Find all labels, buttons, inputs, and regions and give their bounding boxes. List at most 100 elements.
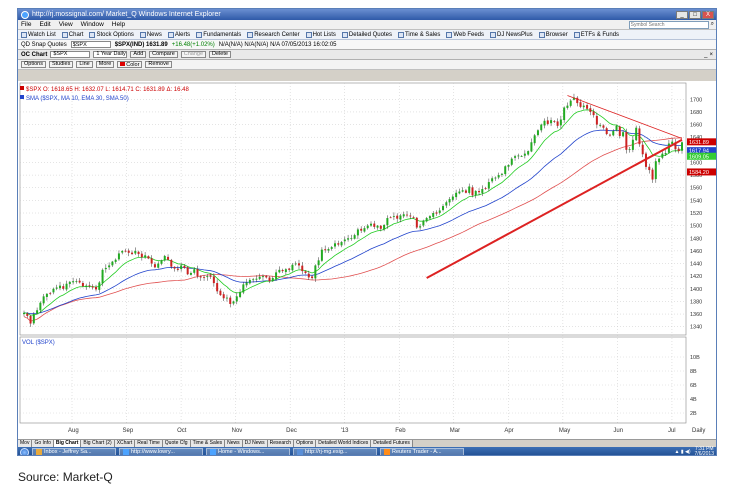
chart-close-icon[interactable]: × xyxy=(709,52,713,58)
toolbar-web-feeds[interactable]: Web Feeds xyxy=(446,31,484,38)
taskbar-item[interactable]: http://rj-mg.esig... xyxy=(293,448,377,455)
chart-tab[interactable]: XChart xyxy=(114,440,136,447)
chart-tab[interactable]: Go Info xyxy=(32,440,54,447)
research-icon xyxy=(247,31,254,38)
menu-file[interactable]: File xyxy=(21,21,31,28)
menu-view[interactable]: View xyxy=(59,21,73,28)
chart-tab[interactable]: Quote Cfg xyxy=(162,440,191,447)
toolbar-browser[interactable]: Browser xyxy=(538,31,568,38)
tray-icons[interactable]: ▲ ▮ ◀) xyxy=(675,449,691,455)
chart-tab[interactable]: Detailed World Indices xyxy=(316,440,372,447)
candle-body xyxy=(271,278,274,282)
toolbar-stock-options[interactable]: Stock Options xyxy=(89,31,134,38)
toolbar-news[interactable]: News xyxy=(139,31,162,38)
candle-body xyxy=(360,228,363,231)
quote-symbol-input[interactable]: $SPX xyxy=(70,41,111,48)
browser-icon xyxy=(538,31,545,38)
candle-body xyxy=(592,111,595,116)
maximize-button[interactable]: □ xyxy=(689,10,701,19)
candle-body xyxy=(540,124,543,131)
toolbar-fundamentals[interactable]: Fundamentals xyxy=(196,31,241,38)
taskbar-item[interactable]: Home - Windows... xyxy=(206,448,290,455)
color-button[interactable]: Color xyxy=(117,61,143,68)
x-tick-label: May xyxy=(559,428,570,434)
menu-window[interactable]: Window xyxy=(81,21,104,28)
chart-tab[interactable]: Detailed Futures xyxy=(371,440,413,447)
chart-tabs: Mov Go Info Big Chart Big Chart (2) XChart Re… xyxy=(18,439,716,447)
toolbar-time-sales[interactable]: Time & Sales xyxy=(397,31,440,38)
toolbar-research-center[interactable]: Research Center xyxy=(247,31,300,38)
candle-body xyxy=(144,255,147,258)
volume-tick-label: 6B xyxy=(690,383,697,389)
candle-body xyxy=(255,278,258,280)
chart-tab[interactable]: Options xyxy=(294,440,317,447)
change-button[interactable]: Change xyxy=(180,51,207,58)
symbol-search-input[interactable] xyxy=(628,20,709,29)
taskbar-item[interactable]: Inbox - Jeffrey Sa... xyxy=(32,448,116,455)
toolbar-chart[interactable]: Chart xyxy=(61,31,83,38)
candle-body xyxy=(127,250,130,253)
chart-tab[interactable]: Time & Sales xyxy=(190,440,226,447)
candle-body xyxy=(448,199,451,203)
search-icon[interactable]: ⌕ xyxy=(711,21,714,28)
chart-area[interactable]: 1700168016601640162016001580156015401520… xyxy=(18,81,717,439)
candle-body xyxy=(373,223,376,227)
y-tick-label: 1500 xyxy=(690,224,702,230)
studies-button[interactable]: Studies xyxy=(48,61,74,68)
add-button[interactable]: Add xyxy=(130,51,147,58)
quote-change: +16.48(+1.02%) xyxy=(171,41,215,48)
close-button[interactable]: X xyxy=(702,10,714,19)
toolbar-watch-list[interactable]: Watch List xyxy=(21,31,56,38)
taskbar-item[interactable]: http://www.lowry... xyxy=(119,448,203,455)
candle-body xyxy=(376,225,379,228)
line-button[interactable]: Line xyxy=(76,61,93,68)
chart-tab[interactable]: News xyxy=(225,440,243,447)
candle-body xyxy=(654,161,657,180)
candle-body xyxy=(176,268,179,270)
toolbar-etfs-funds[interactable]: ETFs & Funds xyxy=(573,31,619,38)
start-button[interactable] xyxy=(20,447,29,455)
compare-button[interactable]: Compare xyxy=(149,51,178,58)
toolbar-dj-newsplus[interactable]: DJ NewsPlus xyxy=(490,31,533,38)
candle-body xyxy=(517,155,520,157)
remove-button[interactable]: Remove xyxy=(145,61,172,68)
minimize-button[interactable]: _ xyxy=(676,10,688,19)
chart-tab[interactable]: Big Chart xyxy=(53,440,82,447)
candle-body xyxy=(618,126,621,136)
chart-tab[interactable]: Research xyxy=(267,440,295,447)
candle-body xyxy=(137,251,140,255)
candle-body xyxy=(494,177,497,179)
chart-background xyxy=(18,81,716,439)
y-tick-label: 1420 xyxy=(690,274,702,280)
candle-body xyxy=(311,276,314,279)
chart-symbol-field[interactable]: $SPX xyxy=(50,51,91,58)
more-button[interactable]: More xyxy=(95,61,115,68)
price-chart[interactable]: 1700168016601640162016001580156015401520… xyxy=(18,81,717,439)
taskbar-item[interactable]: Reuters Trader - A... xyxy=(380,448,464,455)
period-select[interactable]: 1 Year Daily xyxy=(93,51,128,58)
candle-body xyxy=(75,281,78,283)
candle-body xyxy=(222,294,225,299)
chart-tab[interactable]: Mov xyxy=(18,440,33,447)
ie-icon xyxy=(21,10,29,19)
toolbar-hot-lists[interactable]: Hot Lists xyxy=(305,31,336,38)
candle-body xyxy=(566,105,569,108)
app-icon xyxy=(384,449,390,455)
menu-edit[interactable]: Edit xyxy=(39,21,50,28)
chart-minimize-icon[interactable]: _ xyxy=(704,52,707,58)
chart-tab[interactable]: Real Time xyxy=(135,440,163,447)
candle-body xyxy=(412,217,415,218)
candle-body xyxy=(111,261,114,266)
candle-body xyxy=(625,131,628,150)
candle-body xyxy=(150,258,153,264)
candle-body xyxy=(409,215,412,217)
options-button[interactable]: Options xyxy=(21,61,46,68)
toolbar-detailed-quotes[interactable]: Detailed Quotes xyxy=(341,31,392,38)
clock[interactable]: 7:31 PM 7/6/2013 xyxy=(695,447,714,456)
chart-tab[interactable]: DJ News xyxy=(242,440,268,447)
toolbar-alerts[interactable]: Alerts xyxy=(167,31,190,38)
delete-button[interactable]: Delete xyxy=(209,51,231,58)
chart-tab[interactable]: Big Chart (2) xyxy=(81,440,115,447)
menu-help[interactable]: Help xyxy=(112,21,125,28)
candle-body xyxy=(314,265,317,279)
